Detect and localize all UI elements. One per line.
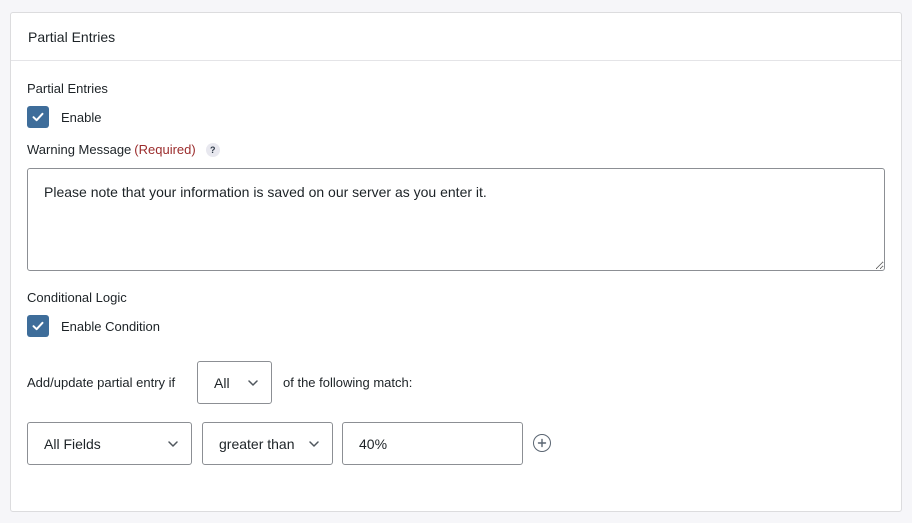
checkmark-icon — [32, 321, 44, 331]
required-indicator: (Required) — [134, 142, 196, 157]
enable-condition-checkbox[interactable] — [27, 315, 49, 337]
warning-message-label: Warning Message — [27, 142, 132, 157]
chevron-down-icon — [248, 380, 258, 386]
condition-prefix-text: Add/update partial entry if — [27, 375, 176, 390]
chevron-down-icon — [309, 441, 319, 447]
panel-header: Partial Entries — [11, 13, 901, 61]
enable-condition-label: Enable Condition — [61, 318, 161, 334]
rule-field-select[interactable]: All Fields — [27, 422, 192, 465]
partial-entries-label: Partial Entries — [27, 81, 108, 96]
match-type-select[interactable]: All — [197, 361, 272, 404]
enable-condition-row[interactable]: Enable Condition — [27, 315, 160, 337]
checkmark-icon — [32, 112, 44, 122]
rule-operator-select[interactable]: greater than — [202, 422, 333, 465]
enable-partial-entries-row[interactable]: Enable — [27, 106, 101, 128]
partial-entries-panel: Partial Entries Partial Entries Enable W… — [10, 12, 902, 512]
condition-suffix-text: of the following match: — [283, 375, 413, 390]
help-icon[interactable]: ? — [205, 143, 220, 157]
conditional-logic-label: Conditional Logic — [27, 290, 127, 305]
enable-label: Enable — [61, 109, 102, 125]
chevron-down-icon — [168, 441, 178, 447]
rule-operator-value: greater than — [219, 435, 295, 452]
plus-icon — [537, 438, 547, 448]
match-type-value: All — [214, 374, 230, 391]
warning-message-textarea[interactable] — [27, 168, 885, 271]
add-rule-button[interactable] — [533, 434, 551, 452]
warning-message-label-row: Warning Message (Required)? — [27, 142, 220, 157]
enable-checkbox[interactable] — [27, 106, 49, 128]
panel-title: Partial Entries — [28, 28, 116, 45]
rule-field-value: All Fields — [44, 435, 101, 452]
rule-value-input[interactable] — [342, 422, 523, 465]
